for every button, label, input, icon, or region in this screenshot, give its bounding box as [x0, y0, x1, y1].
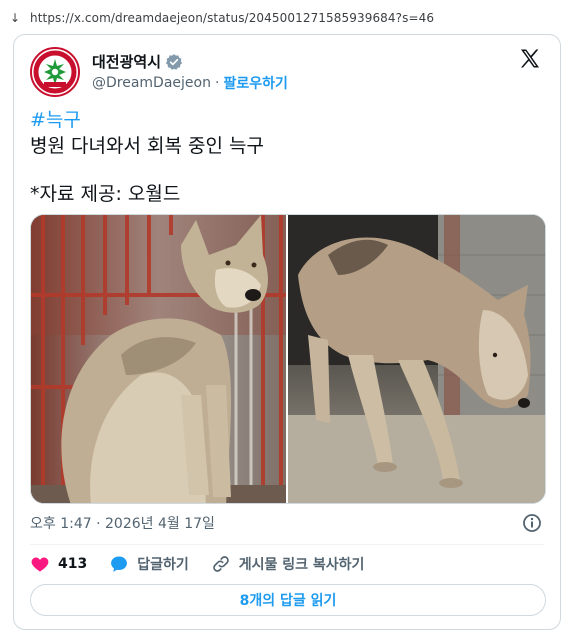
info-icon[interactable] — [522, 513, 542, 533]
wolf-photo-caged[interactable] — [31, 215, 286, 503]
heart-icon — [30, 554, 50, 574]
display-name[interactable]: 대전광역시 — [92, 51, 161, 72]
divider — [30, 544, 544, 545]
reply-label: 답글하기 — [137, 557, 189, 573]
tweet-card: 대전광역시 @DreamDaejeon · 팔로우하기 #늑구 병원 다녀와서 … — [13, 34, 561, 630]
back-arrow-icon[interactable]: ↓ — [10, 11, 26, 25]
reply-bubble-icon — [109, 554, 129, 574]
avatar[interactable] — [30, 47, 80, 97]
daejeon-emblem-icon — [33, 50, 77, 94]
copy-link-label: 게시물 링크 복사하기 — [238, 557, 365, 573]
author-name-row: 대전광역시 — [92, 51, 183, 72]
x-logo-icon[interactable] — [518, 47, 542, 71]
read-replies-button[interactable]: 8개의 답글 읽기 — [30, 584, 546, 616]
tweet-text: #늑구 병원 다녀와서 회복 중인 늑구 *자료 제공: 오월드 — [30, 107, 550, 207]
link-icon — [211, 554, 231, 574]
action-bar: 413 답글하기 게시물 링크 복사하기 — [30, 551, 386, 577]
like-count: 413 — [58, 556, 88, 572]
handle-row: @DreamDaejeon · 팔로우하기 — [92, 73, 288, 93]
reply-button[interactable]: 답글하기 — [109, 554, 189, 574]
like-button[interactable]: 413 — [30, 554, 87, 574]
hashtag-link[interactable]: #늑구 — [30, 107, 550, 133]
user-handle[interactable]: @DreamDaejeon — [92, 75, 211, 91]
copy-link-button[interactable]: 게시물 링크 복사하기 — [211, 554, 365, 574]
url-text[interactable]: https://x.com/dreamdaejeon/status/204500… — [30, 11, 434, 25]
verified-badge-icon — [165, 53, 183, 71]
tweet-timestamp[interactable]: 오후 1:47 · 2026년 4월 17일 — [30, 513, 215, 533]
tweet-text-line: 병원 다녀와서 회복 중인 늑구 — [30, 135, 264, 157]
address-bar[interactable]: ↓ https://x.com/dreamdaejeon/status/2045… — [0, 0, 573, 36]
media-grid — [30, 214, 546, 504]
wolf-photo-walking[interactable] — [288, 215, 545, 503]
separator-dot: · — [214, 75, 220, 91]
tweet-text-line: *자료 제공: 오월드 — [30, 183, 181, 205]
follow-link[interactable]: 팔로우하기 — [223, 73, 287, 93]
